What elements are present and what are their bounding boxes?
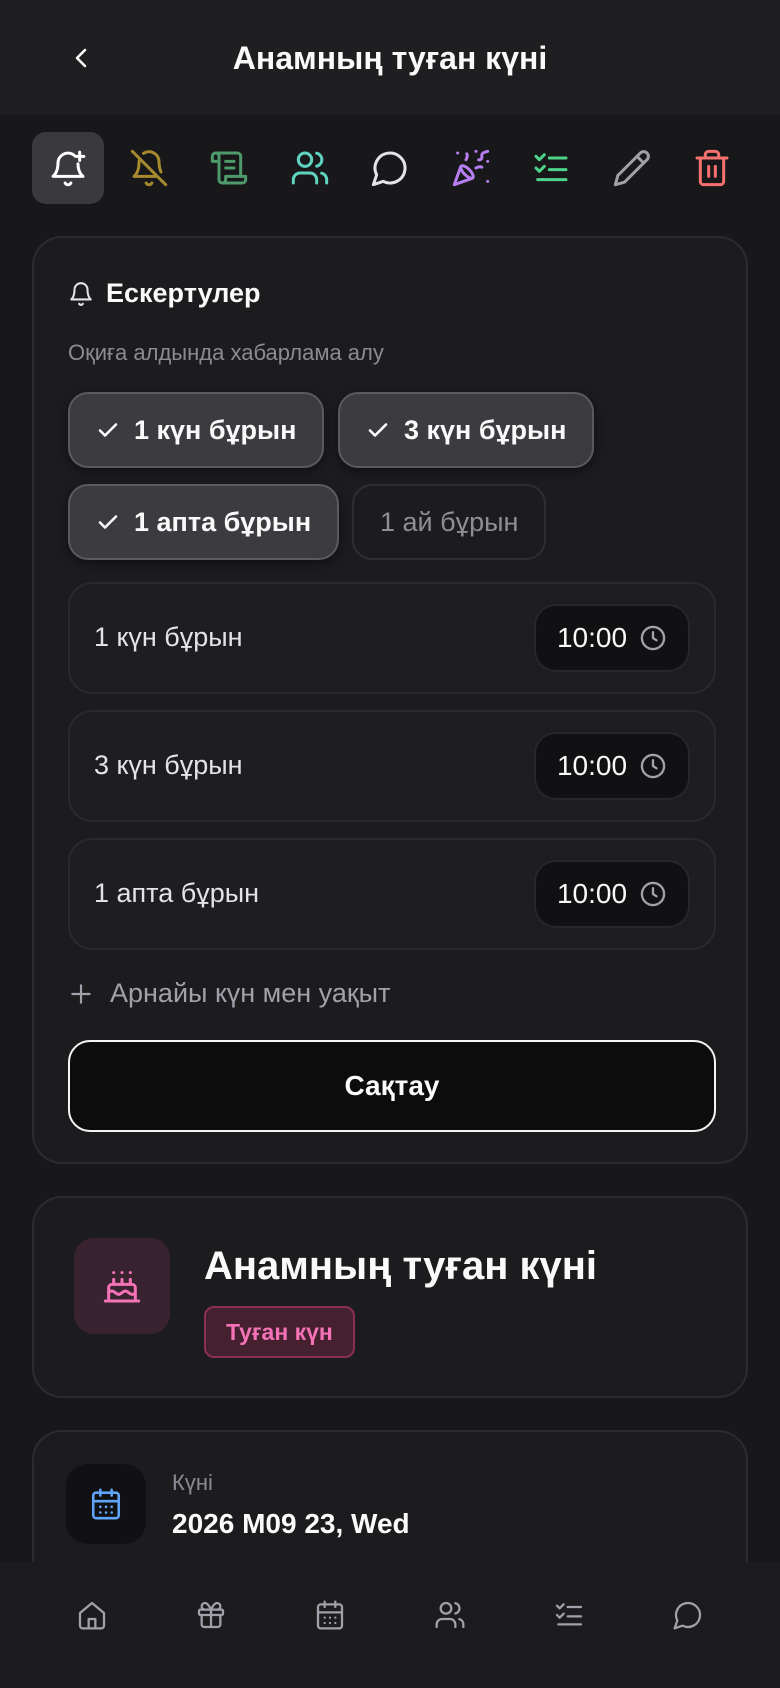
chip-3-days[interactable]: 3 күн бұрын xyxy=(338,392,595,468)
event-card: Анамның туған күні Туған күн xyxy=(32,1196,748,1398)
back-button[interactable] xyxy=(62,38,102,78)
time-value: 10:00 xyxy=(556,622,628,653)
bell-icon xyxy=(70,281,92,306)
plus-icon xyxy=(71,983,91,1004)
celebration-button[interactable] xyxy=(435,132,507,204)
pencil-icon xyxy=(613,150,650,187)
save-button[interactable]: Сақтау xyxy=(68,1040,716,1132)
party-popper-icon xyxy=(452,149,489,187)
clock-icon xyxy=(640,881,666,907)
time-picker[interactable]: 10:00 xyxy=(534,732,690,800)
check-icon xyxy=(98,423,118,437)
users-icon xyxy=(291,151,328,185)
chip-label: 1 күн бұрын xyxy=(134,414,297,445)
nav-tasks[interactable] xyxy=(539,1585,599,1645)
nav-gifts[interactable] xyxy=(181,1585,241,1645)
chip-label: 1 ай бұрын xyxy=(380,506,519,537)
checklist-icon xyxy=(534,153,568,182)
tasks-button[interactable] xyxy=(515,132,587,204)
chip-1-month[interactable]: 1 ай бұрын xyxy=(352,484,547,560)
reminder-row: 3 күн бұрын 10:00 xyxy=(68,710,716,822)
clock-icon xyxy=(640,753,666,779)
clock-icon xyxy=(640,625,666,651)
mute-button[interactable] xyxy=(113,132,185,204)
reminders-card: Ескертулер Оқиға алдында хабарлама алу 1… xyxy=(32,236,748,1164)
chat-icon xyxy=(673,1601,702,1630)
bottom-navigation xyxy=(0,1562,780,1688)
bell-plus-icon xyxy=(51,150,86,187)
chip-1-week[interactable]: 1 апта бұрын xyxy=(68,484,340,560)
add-custom-label: Арнайы күн мен уақыт xyxy=(110,978,391,1008)
home-icon xyxy=(78,1601,105,1630)
reminders-title: Ескертулер xyxy=(106,278,261,308)
nav-people[interactable] xyxy=(420,1585,480,1645)
edit-button[interactable] xyxy=(596,132,668,204)
nav-home[interactable] xyxy=(62,1585,122,1645)
nav-chat[interactable] xyxy=(658,1585,718,1645)
time-value: 10:00 xyxy=(556,878,628,909)
reminder-row: 1 апта бұрын 10:00 xyxy=(68,838,716,950)
time-picker[interactable]: 10:00 xyxy=(534,860,690,928)
calendar-icon xyxy=(317,1600,344,1630)
action-toolbar xyxy=(32,132,748,204)
reminders-header: Ескертулер xyxy=(68,278,261,309)
nav-calendar[interactable] xyxy=(300,1585,360,1645)
bell-off-icon xyxy=(130,149,167,187)
add-reminder-button[interactable] xyxy=(32,132,104,204)
date-label: Күні xyxy=(172,1470,213,1495)
check-icon xyxy=(98,515,118,529)
chat-icon xyxy=(371,151,407,187)
time-value: 10:00 xyxy=(556,750,628,781)
page-title: Анамның туған күні xyxy=(232,40,548,76)
trash-icon xyxy=(695,149,729,187)
reminder-row-label: 1 күн бұрын xyxy=(94,622,243,652)
users-icon xyxy=(435,1601,465,1629)
reminder-row: 1 күн бұрын 10:00 xyxy=(68,582,716,694)
event-icon-tile xyxy=(74,1238,170,1334)
notes-button[interactable] xyxy=(193,132,265,204)
reminder-row-label: 1 апта бұрын xyxy=(94,878,260,908)
calendar-icon xyxy=(91,1488,121,1520)
check-icon xyxy=(368,423,388,437)
chip-label: 3 күн бұрын xyxy=(404,414,567,445)
chip-1-day[interactable]: 1 күн бұрын xyxy=(68,392,325,468)
top-header: Анамның туған күні xyxy=(0,0,780,115)
date-value: 2026 M09 23, Wed xyxy=(172,1508,410,1539)
chip-label: 1 апта бұрын xyxy=(134,506,312,537)
delete-button[interactable] xyxy=(676,132,748,204)
add-custom-reminder-button[interactable]: Арнайы күн мен уақыт xyxy=(68,978,390,1009)
date-icon-tile xyxy=(66,1464,146,1544)
cake-icon xyxy=(103,1271,141,1303)
event-title: Анамның туған күні xyxy=(204,1244,598,1288)
reminders-subtitle: Оқиға алдында хабарлама алу xyxy=(68,340,384,365)
people-button[interactable] xyxy=(274,132,346,204)
gift-icon xyxy=(197,1601,225,1629)
event-category-badge: Туған күн xyxy=(204,1306,355,1358)
time-picker[interactable]: 10:00 xyxy=(534,604,690,672)
scroll-icon xyxy=(210,151,248,185)
checklist-icon xyxy=(555,1603,583,1626)
comments-button[interactable] xyxy=(354,132,426,204)
reminder-row-label: 3 күн бұрын xyxy=(94,750,243,780)
chevron-left-icon xyxy=(75,48,87,68)
